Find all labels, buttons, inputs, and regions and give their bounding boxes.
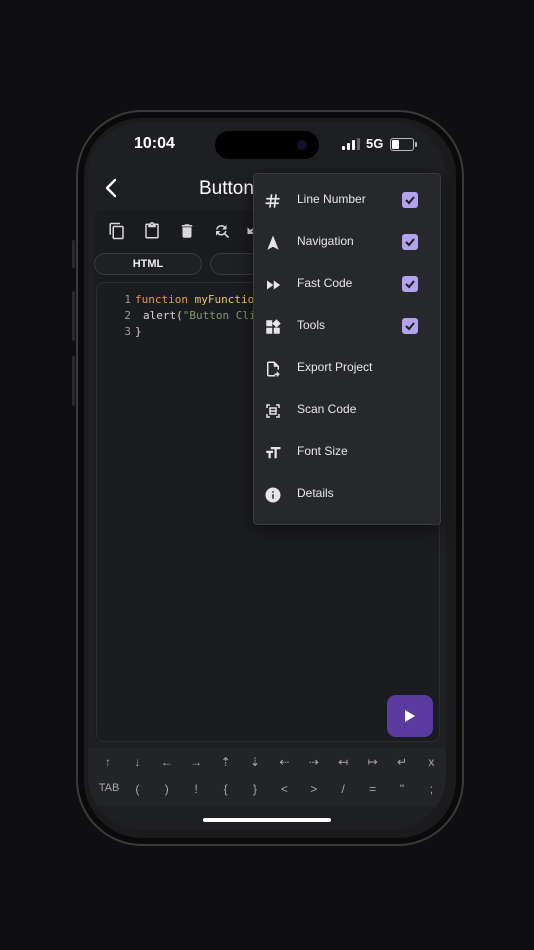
quick-key[interactable]: ↵ [391,755,413,769]
code-brace: } [135,325,142,338]
tab-html[interactable]: HTML [94,253,202,275]
menu-item-label: Scan Code [297,402,357,416]
play-icon [405,710,415,722]
menu-item-fast-code[interactable]: Fast Code [254,264,440,306]
tools-checkbox[interactable] [402,318,418,334]
quick-key[interactable]: ! [185,782,207,796]
info-icon [264,486,282,504]
camera-icon [297,140,307,150]
widgets-icon [264,318,282,336]
run-button[interactable] [387,695,433,737]
quick-key[interactable]: ⇢ [303,755,325,769]
menu-item-label: Line Number [297,192,366,206]
code-call: alert( [143,309,183,322]
quick-key[interactable]: / [332,782,354,796]
menu-item-font-size[interactable]: Font Size [254,432,440,474]
menu-item-navigation[interactable]: Navigation [254,222,440,264]
delete-icon[interactable] [178,222,196,240]
quick-key[interactable]: ↑ [97,755,119,769]
quick-key[interactable]: ⇡ [215,755,237,769]
menu-item-label: Navigation [297,234,354,248]
dynamic-island [215,131,319,159]
menu-item-label: Export Project [297,360,373,374]
menu-item-scan-code[interactable]: Scan Code [254,390,440,432]
line-number: 1 [124,293,131,306]
fast-code-checkbox[interactable] [402,276,418,292]
status-time: 10:04 [134,135,175,152]
hash-icon [264,192,282,210]
back-button[interactable] [104,178,118,204]
quick-key[interactable]: < [273,782,295,796]
quick-key[interactable]: ; [420,782,442,796]
quick-key[interactable]: → [185,755,207,769]
battery-icon [390,138,417,151]
navigation-checkbox[interactable] [402,234,418,250]
find-replace-icon[interactable] [213,222,231,240]
quick-key[interactable]: ↓ [126,755,148,769]
quick-key[interactable]: ) [156,782,178,796]
menu-item-tools[interactable]: Tools [254,306,440,348]
menu-item-label: Tools [297,318,326,332]
quick-key[interactable]: ← [156,755,178,769]
quick-key[interactable]: ↦ [362,755,384,769]
volume-down-button [72,356,75,406]
options-menu: Line Number Navigation Fast Code Tools E… [253,173,441,525]
quick-key[interactable]: ( [126,782,148,796]
scan-icon [264,402,282,420]
quick-key[interactable]: TAB [97,782,121,794]
paste-icon[interactable] [143,222,161,240]
fast-forward-icon [264,276,282,294]
quick-key[interactable]: > [303,782,325,796]
menu-item-label: Font Size [297,444,348,458]
line-number: 2 [124,309,131,322]
quick-key[interactable]: x [420,755,442,769]
menu-item-label: Fast Code [297,276,353,290]
code-keyword: function [135,293,188,306]
menu-item-details[interactable]: Details [254,474,440,516]
menu-item-label: Details [297,486,334,500]
quick-key[interactable]: { [215,782,237,796]
quick-key[interactable]: ↤ [332,755,354,769]
export-file-icon [264,360,282,378]
font-size-icon [264,444,282,462]
quick-key[interactable]: = [362,782,384,796]
menu-item-line-number[interactable]: Line Number [254,180,440,222]
line-number: 3 [124,325,131,338]
code-function-name: myFunction [194,293,261,306]
quick-key[interactable]: } [244,782,266,796]
network-type: 5G [366,136,384,151]
home-indicator [203,818,331,822]
line-number-checkbox[interactable] [402,192,418,208]
page-title: Button [199,178,254,199]
action-button [72,240,75,268]
navigation-icon [264,234,282,252]
menu-item-export-project[interactable]: Export Project [254,348,440,390]
volume-up-button [72,291,75,341]
copy-icon[interactable] [108,222,126,240]
quick-keys-bar: ↑ ↓ ← → ⇡ ⇣ ⇠ ⇢ ↤ ↦ ↵ x TAB ()! {} < > / = "; [88,748,446,806]
status-bar: 10:04 5G [88,122,446,168]
quick-key[interactable]: ⇣ [244,755,266,769]
signal-icon [342,138,360,150]
quick-key[interactable]: ⇠ [273,755,295,769]
quick-key[interactable]: " [391,782,413,796]
battery-level [392,140,399,149]
